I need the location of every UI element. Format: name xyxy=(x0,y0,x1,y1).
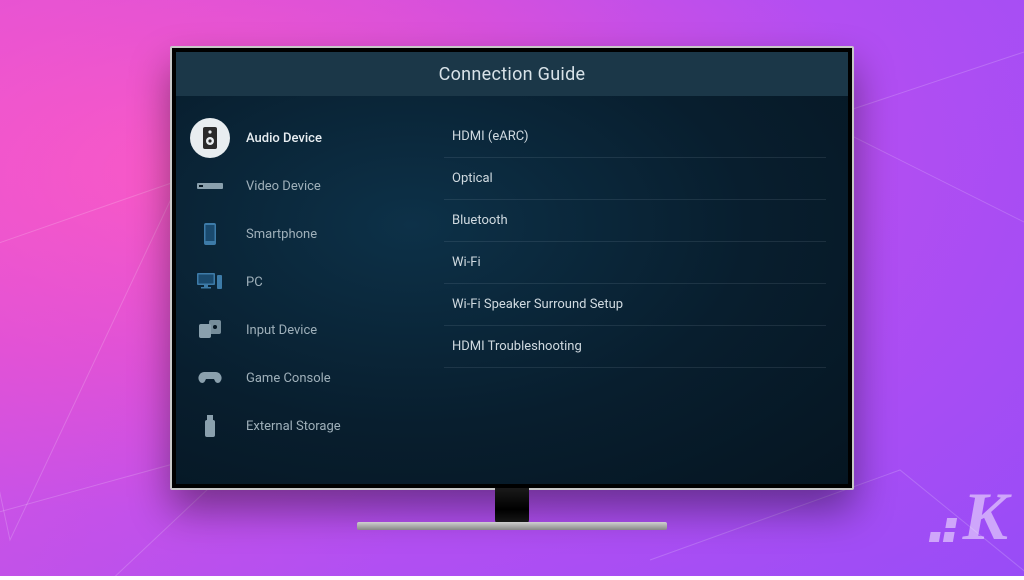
sidebar-item-pc[interactable]: PC xyxy=(176,258,422,306)
sidebar-item-label: Input Device xyxy=(246,323,317,338)
options-panel: HDMI (eARC) Optical Bluetooth Wi-Fi Wi-F… xyxy=(422,96,848,484)
player-icon xyxy=(190,166,230,206)
sidebar-item-external-storage[interactable]: External Storage xyxy=(176,402,422,450)
watermark-logo: K xyxy=(931,477,1006,556)
gamepad-icon xyxy=(190,358,230,398)
sidebar-item-label: External Storage xyxy=(246,419,341,434)
content-area: Audio Device Video Device Smartphone xyxy=(176,96,848,484)
sidebar-item-smartphone[interactable]: Smartphone xyxy=(176,210,422,258)
tv-screen: Connection Guide Audio Device Video Devi… xyxy=(176,52,848,484)
option-hdmi-troubleshooting[interactable]: HDMI Troubleshooting xyxy=(444,326,826,368)
watermark-dots-icon xyxy=(929,518,957,542)
page-title: Connection Guide xyxy=(176,52,848,96)
option-wifi[interactable]: Wi-Fi xyxy=(444,242,826,284)
sidebar-item-label: Smartphone xyxy=(246,227,317,242)
watermark-letter: K xyxy=(963,477,1006,556)
sidebar-item-game-console[interactable]: Game Console xyxy=(176,354,422,402)
input-device-icon xyxy=(190,310,230,350)
sidebar-item-input-device[interactable]: Input Device xyxy=(176,306,422,354)
option-optical[interactable]: Optical xyxy=(444,158,826,200)
sidebar-item-label: Video Device xyxy=(246,179,321,194)
tv-stand-base xyxy=(357,522,667,530)
sidebar-item-label: Audio Device xyxy=(246,131,322,146)
option-hdmi-earc[interactable]: HDMI (eARC) xyxy=(444,116,826,158)
option-bluetooth[interactable]: Bluetooth xyxy=(444,200,826,242)
phone-icon xyxy=(190,214,230,254)
tv-frame: Connection Guide Audio Device Video Devi… xyxy=(170,46,854,490)
sidebar-item-audio-device[interactable]: Audio Device xyxy=(176,114,422,162)
sidebar-item-label: PC xyxy=(246,275,263,290)
pc-icon xyxy=(190,262,230,302)
device-sidebar: Audio Device Video Device Smartphone xyxy=(176,96,422,484)
usb-icon xyxy=(190,406,230,446)
option-wifi-speaker-surround[interactable]: Wi-Fi Speaker Surround Setup xyxy=(444,284,826,326)
sidebar-item-video-device[interactable]: Video Device xyxy=(176,162,422,210)
speaker-icon xyxy=(190,118,230,158)
tv-stand-neck xyxy=(495,488,529,524)
sidebar-item-label: Game Console xyxy=(246,371,331,386)
